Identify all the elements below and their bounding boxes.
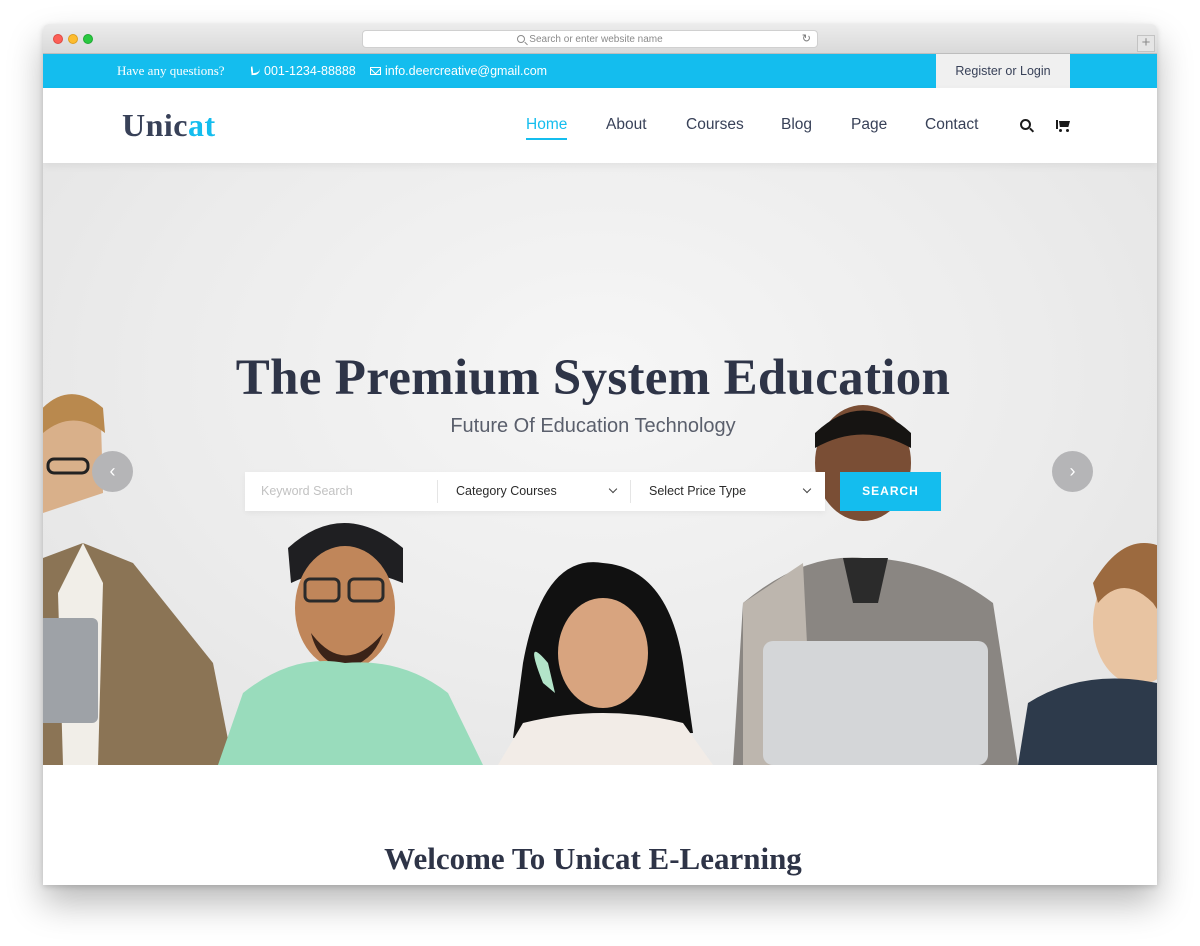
chevron-down-icon [608, 484, 618, 494]
search-icon[interactable] [1020, 119, 1031, 130]
phone-number: 001-1234-88888 [264, 64, 356, 78]
slider-next-button[interactable]: › [1052, 451, 1093, 492]
price-type-select[interactable]: Select Price Type [649, 472, 746, 511]
nav-page[interactable]: Page [851, 116, 887, 134]
phone-contact[interactable]: 001-1234-88888 [250, 54, 356, 88]
maximize-window-button[interactable] [83, 34, 93, 44]
address-placeholder: Search or enter website name [529, 34, 663, 45]
hero-subtitle: Future Of Education Technology [450, 415, 736, 437]
slider-prev-button[interactable]: ‹ [92, 451, 133, 492]
search-button[interactable]: SEARCH [840, 472, 941, 511]
divider [437, 480, 438, 503]
email-contact[interactable]: info.deercreative@gmail.com [370, 54, 547, 88]
category-courses-select[interactable]: Category Courses [456, 472, 557, 511]
hero-people-image [43, 394, 1157, 765]
envelope-icon [370, 67, 381, 75]
logo-text-blue: at [188, 107, 216, 143]
phone-icon [250, 65, 261, 76]
reload-icon[interactable]: ↻ [802, 31, 811, 48]
cart-icon[interactable] [1056, 120, 1068, 132]
divider [630, 480, 631, 503]
chevron-down-icon [802, 484, 812, 494]
close-window-button[interactable] [53, 34, 63, 44]
nav-home[interactable]: Home [526, 116, 568, 140]
nav-blog[interactable]: Blog [781, 116, 812, 134]
hero-title: The Premium System Education [235, 350, 951, 406]
register-login-button[interactable]: Register or Login [936, 54, 1070, 88]
hero-slider: The Premium System Education Future Of E… [43, 163, 1157, 765]
site-header: Unicat Home About Courses Blog Page Cont… [43, 88, 1157, 163]
keyword-search-input[interactable]: Keyword Search [261, 472, 353, 511]
site-logo[interactable]: Unicat [122, 107, 216, 144]
course-search-form: Keyword Search Category Courses Select P… [245, 472, 825, 511]
browser-window: Search or enter website name ↻ + Have an… [43, 24, 1157, 885]
new-tab-button[interactable]: + [1137, 35, 1155, 52]
questions-label: Have any questions? [117, 63, 225, 78]
logo-text-dark: Unic [122, 107, 188, 143]
nav-about[interactable]: About [606, 116, 647, 134]
minimize-window-button[interactable] [68, 34, 78, 44]
nav-contact[interactable]: Contact [925, 116, 978, 134]
search-icon [517, 35, 526, 43]
nav-courses[interactable]: Courses [686, 116, 744, 134]
email-address: info.deercreative@gmail.com [385, 64, 548, 78]
welcome-heading: Welcome To Unicat E-Learning [384, 841, 802, 876]
top-contact-bar: Have any questions? 001-1234-88888 info.… [43, 54, 1157, 88]
address-bar[interactable]: Search or enter website name ↻ [362, 30, 818, 48]
browser-toolbar: Search or enter website name ↻ + [43, 24, 1157, 54]
